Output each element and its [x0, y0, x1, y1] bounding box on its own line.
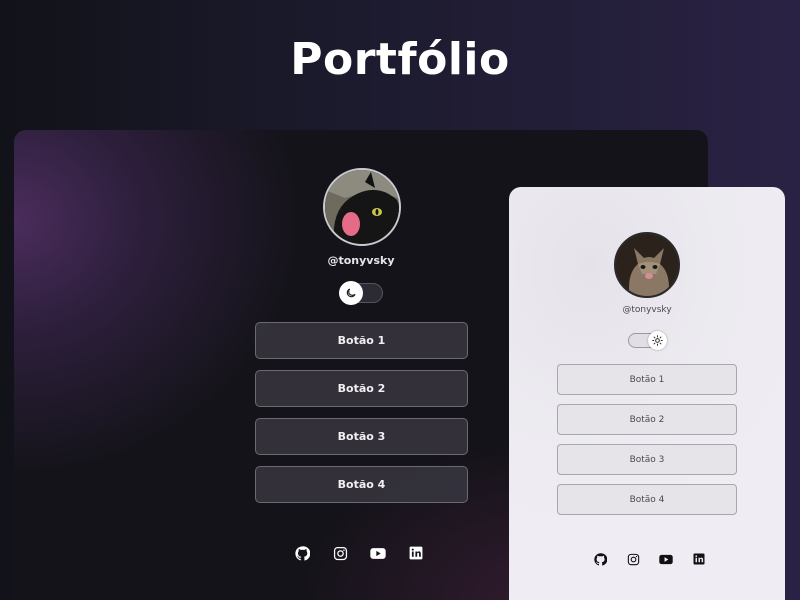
sun-icon [648, 331, 667, 350]
button-1[interactable]: Botão 1 [255, 322, 468, 359]
instagram-icon[interactable] [332, 545, 348, 561]
button-3[interactable]: Botão 3 [255, 418, 468, 455]
github-icon[interactable] [593, 552, 607, 566]
button-3[interactable]: Botão 3 [557, 444, 737, 475]
button-1[interactable]: Botão 1 [557, 364, 737, 395]
avatar [614, 232, 680, 298]
linkedin-icon[interactable] [408, 545, 424, 561]
social-links [593, 552, 706, 566]
button-2[interactable]: Botão 2 [255, 370, 468, 407]
theme-toggle[interactable] [339, 281, 383, 305]
youtube-icon[interactable] [659, 552, 673, 566]
page-title: Portfólio [290, 34, 510, 85]
moon-icon [339, 281, 363, 305]
github-icon[interactable] [294, 545, 310, 561]
avatar [323, 168, 401, 246]
linkedin-icon[interactable] [692, 552, 706, 566]
username: @tonyvsky [622, 305, 672, 315]
button-4[interactable]: Botão 4 [255, 466, 468, 503]
button-4[interactable]: Botão 4 [557, 484, 737, 515]
social-links [294, 545, 424, 561]
button-2[interactable]: Botão 2 [557, 404, 737, 435]
youtube-icon[interactable] [370, 545, 386, 561]
instagram-icon[interactable] [626, 552, 640, 566]
light-theme-preview: @tonyvsky Botão 1 Botão 2 Botão 3 Botão … [509, 187, 785, 600]
theme-toggle[interactable] [628, 331, 667, 350]
